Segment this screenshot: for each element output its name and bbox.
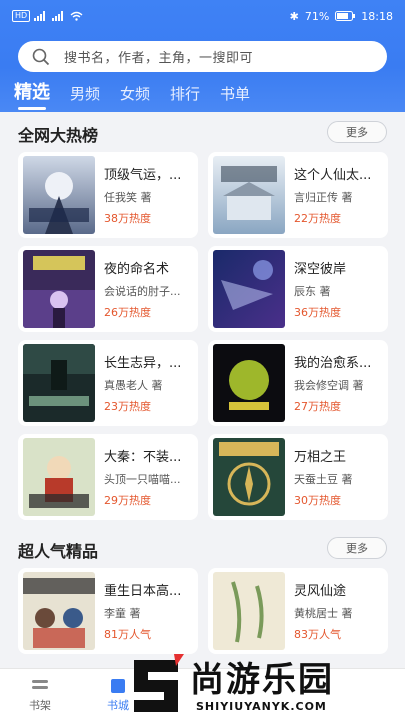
book-title: 深空彼岸 bbox=[294, 262, 347, 277]
book-card[interactable]: 万相之王 天蚕土豆 著 30万热度 bbox=[208, 434, 388, 520]
book-author: 李童 著 bbox=[104, 607, 141, 620]
book-cover bbox=[213, 572, 285, 650]
bluetooth-icon: ✱ bbox=[289, 9, 299, 23]
popular-grid: 重生日本高... 李童 著 81万人气 灵风仙途 黄桃居士 著 83万人气 bbox=[0, 568, 405, 654]
book-author: 真愚老人 著 bbox=[104, 379, 163, 392]
book-title: 灵风仙途 bbox=[294, 584, 347, 599]
watermark-text: 尚游乐园 bbox=[190, 660, 334, 700]
book-card[interactable]: 重生日本高... 李童 著 81万人气 bbox=[18, 568, 198, 654]
book-card[interactable]: 顶级气运，... 任我笑 著 38万热度 bbox=[18, 152, 198, 238]
section-header: 全网大热榜 更多 bbox=[0, 112, 405, 152]
book-card[interactable]: 我的治愈系... 我会修空调 著 27万热度 bbox=[208, 340, 388, 426]
signal-icon-2 bbox=[52, 11, 64, 21]
book-card[interactable]: 灵风仙途 黄桃居士 著 83万人气 bbox=[208, 568, 388, 654]
book-cover bbox=[213, 438, 285, 516]
section-title: 全网大热榜 bbox=[18, 126, 99, 145]
book-title: 顶级气运，... bbox=[104, 168, 182, 183]
section-header: 超人气精品 更多 bbox=[0, 528, 405, 568]
status-bar: HD ✱ 71% 18:18 bbox=[0, 0, 405, 32]
battery-icon bbox=[335, 11, 356, 21]
search-bar[interactable]: 搜书名，作者，主角，一搜即可 bbox=[18, 41, 387, 72]
book-heat: 23万热度 bbox=[104, 400, 151, 413]
signal-icon bbox=[34, 11, 46, 21]
network-type: HD bbox=[12, 10, 31, 22]
search-icon bbox=[32, 48, 50, 65]
book-author: 言归正传 著 bbox=[294, 191, 353, 204]
wifi-icon bbox=[70, 11, 83, 21]
book-cover bbox=[23, 156, 95, 234]
book-cover bbox=[23, 250, 95, 328]
book-cover bbox=[23, 572, 95, 650]
book-title: 我的治愈系... bbox=[294, 356, 372, 371]
book-title: 这个人仙太... bbox=[294, 168, 372, 183]
more-button[interactable]: 更多 bbox=[327, 121, 387, 143]
search-placeholder: 搜书名，作者，主角，一搜即可 bbox=[64, 51, 254, 66]
book-heat: 83万人气 bbox=[294, 628, 341, 641]
book-card[interactable]: 夜的命名术 会说话的肘子... 26万热度 bbox=[18, 246, 198, 332]
tab-featured[interactable]: 精选 bbox=[14, 78, 50, 110]
book-cover bbox=[23, 344, 95, 422]
tab-ranking[interactable]: 排行 bbox=[170, 83, 200, 110]
book-author: 辰东 著 bbox=[294, 285, 331, 298]
book-author: 我会修空调 著 bbox=[294, 379, 364, 392]
watermark: 尚游乐园 SHIYIUYANYK.COM bbox=[120, 648, 405, 720]
book-author: 头顶一只喵喵... bbox=[104, 473, 181, 486]
book-title: 大秦：不装... bbox=[104, 450, 182, 465]
book-heat: 22万热度 bbox=[294, 212, 341, 225]
book-heat: 81万人气 bbox=[104, 628, 151, 641]
book-heat: 26万热度 bbox=[104, 306, 151, 319]
watermark-url: SHIYIUYANYK.COM bbox=[196, 700, 327, 713]
book-cover bbox=[213, 250, 285, 328]
book-heat: 27万热度 bbox=[294, 400, 341, 413]
clock: 18:18 bbox=[361, 9, 393, 23]
section-title: 超人气精品 bbox=[18, 542, 99, 561]
book-title: 重生日本高... bbox=[104, 584, 182, 599]
watermark-logo-icon bbox=[134, 654, 184, 712]
book-title: 长生志异，... bbox=[104, 356, 182, 371]
book-card[interactable]: 这个人仙太... 言归正传 著 22万热度 bbox=[208, 152, 388, 238]
book-card[interactable]: 大秦：不装... 头顶一只喵喵... 29万热度 bbox=[18, 434, 198, 520]
book-card[interactable]: 长生志异，... 真愚老人 著 23万热度 bbox=[18, 340, 198, 426]
main-content: 全网大热榜 更多 顶级气运，... 任我笑 著 38万热度 这个人仙太... 言… bbox=[0, 112, 405, 668]
book-title: 夜的命名术 bbox=[104, 262, 170, 277]
book-heat: 30万热度 bbox=[294, 494, 341, 507]
book-heat: 36万热度 bbox=[294, 306, 341, 319]
book-author: 黄桃居士 著 bbox=[294, 607, 353, 620]
bookshelf-icon bbox=[32, 680, 48, 689]
tab-female[interactable]: 女频 bbox=[120, 83, 150, 110]
book-cover bbox=[23, 438, 95, 516]
hot-list-grid: 顶级气运，... 任我笑 著 38万热度 这个人仙太... 言归正传 著 22万… bbox=[0, 152, 405, 520]
tab-male[interactable]: 男频 bbox=[70, 83, 100, 110]
tab-booklist[interactable]: 书单 bbox=[220, 83, 250, 110]
book-card[interactable]: 深空彼岸 辰东 著 36万热度 bbox=[208, 246, 388, 332]
more-button[interactable]: 更多 bbox=[327, 537, 387, 559]
book-heat: 38万热度 bbox=[104, 212, 151, 225]
nav-shelf[interactable]: 书架 bbox=[20, 677, 60, 713]
book-author: 天蚕土豆 著 bbox=[294, 473, 353, 486]
category-tabs: 精选 男频 女频 排行 书单 bbox=[0, 80, 405, 110]
book-author: 会说话的肘子... bbox=[104, 285, 181, 298]
battery-level: 71% bbox=[304, 9, 330, 23]
book-cover bbox=[213, 156, 285, 234]
book-title: 万相之王 bbox=[294, 450, 347, 465]
book-cover bbox=[213, 344, 285, 422]
book-author: 任我笑 著 bbox=[104, 191, 152, 204]
header: HD ✱ 71% 18:18 搜书名，作者，主角，一搜即可 精选 男频 女频 排… bbox=[0, 0, 405, 112]
nav-shelf-label: 书架 bbox=[29, 699, 51, 712]
book-heat: 29万热度 bbox=[104, 494, 151, 507]
